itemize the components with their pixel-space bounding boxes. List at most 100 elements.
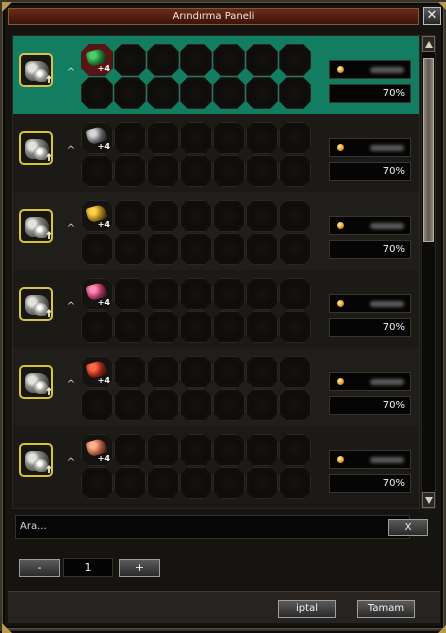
material-slot[interactable] [81, 233, 113, 265]
refine-stone-icon[interactable] [19, 131, 53, 165]
refine-row[interactable]: ^ +4 70% [13, 36, 419, 115]
material-slot[interactable] [180, 44, 212, 76]
material-slot[interactable]: +4 [81, 278, 113, 310]
material-slot[interactable] [279, 356, 311, 388]
material-slot[interactable]: +4 [81, 44, 113, 76]
material-slot[interactable] [279, 200, 311, 232]
refine-row[interactable]: ^ +4 70% [13, 192, 419, 271]
material-slot[interactable] [147, 389, 179, 421]
refine-stone-icon[interactable] [19, 365, 53, 399]
material-slot[interactable] [279, 77, 311, 109]
material-slot[interactable] [114, 77, 146, 109]
material-slot[interactable] [180, 77, 212, 109]
material-slot[interactable] [279, 122, 311, 154]
refine-stone-icon[interactable] [19, 209, 53, 243]
material-slot[interactable] [246, 389, 278, 421]
material-slot[interactable]: +4 [81, 122, 113, 154]
refine-stone-icon[interactable] [19, 443, 53, 477]
material-slot[interactable] [147, 356, 179, 388]
material-slot[interactable] [213, 233, 245, 265]
quantity-minus-button[interactable]: - [19, 559, 60, 577]
quantity-plus-button[interactable]: + [119, 559, 160, 577]
material-slot[interactable] [213, 356, 245, 388]
material-slot[interactable] [114, 122, 146, 154]
material-slot[interactable] [180, 122, 212, 154]
material-slot[interactable] [213, 44, 245, 76]
material-slot[interactable]: +4 [81, 356, 113, 388]
refine-row[interactable]: ^ +4 70% [13, 114, 419, 193]
material-slot[interactable] [81, 155, 113, 187]
scroll-up-button[interactable] [422, 36, 435, 52]
close-button[interactable]: ✕ [423, 7, 441, 25]
material-slot[interactable] [81, 311, 113, 343]
material-slot[interactable] [213, 77, 245, 109]
material-slot[interactable] [147, 278, 179, 310]
material-slot[interactable] [180, 467, 212, 499]
material-slot[interactable] [279, 155, 311, 187]
material-slot[interactable] [180, 356, 212, 388]
refine-row[interactable]: ^ +4 70% [13, 270, 419, 349]
material-slot[interactable] [279, 467, 311, 499]
refine-stone-icon[interactable] [19, 53, 53, 87]
material-slot[interactable] [114, 311, 146, 343]
material-slot[interactable] [81, 77, 113, 109]
material-slot[interactable] [246, 200, 278, 232]
material-slot[interactable] [180, 200, 212, 232]
scrollbar[interactable] [421, 35, 436, 509]
material-slot[interactable] [114, 44, 146, 76]
material-slot[interactable] [279, 434, 311, 466]
quantity-field[interactable]: 1 [63, 558, 113, 577]
material-slot[interactable] [246, 311, 278, 343]
material-slot[interactable] [147, 44, 179, 76]
material-slot[interactable] [213, 155, 245, 187]
cancel-button[interactable]: iptal [278, 600, 336, 618]
material-slot[interactable] [246, 467, 278, 499]
material-slot[interactable] [213, 434, 245, 466]
refine-row[interactable]: ^ +4 70% [13, 426, 419, 505]
material-slot[interactable] [279, 311, 311, 343]
scroll-down-button[interactable] [422, 492, 435, 508]
material-slot[interactable] [114, 467, 146, 499]
material-slot[interactable] [81, 467, 113, 499]
material-slot[interactable] [147, 200, 179, 232]
material-slot[interactable] [180, 233, 212, 265]
material-slot[interactable] [213, 200, 245, 232]
material-slot[interactable] [114, 155, 146, 187]
material-slot[interactable] [246, 44, 278, 76]
search-input[interactable]: Ara... [15, 515, 410, 539]
material-slot[interactable] [147, 467, 179, 499]
scroll-thumb[interactable] [423, 58, 434, 242]
material-slot[interactable] [147, 77, 179, 109]
material-slot[interactable] [279, 278, 311, 310]
material-slot[interactable] [279, 44, 311, 76]
material-slot[interactable] [213, 278, 245, 310]
material-slot[interactable] [114, 278, 146, 310]
search-clear-button[interactable]: X [388, 519, 428, 536]
material-slot[interactable] [246, 122, 278, 154]
material-slot[interactable]: +4 [81, 200, 113, 232]
material-slot[interactable] [114, 233, 146, 265]
material-slot[interactable] [114, 200, 146, 232]
material-slot[interactable] [81, 389, 113, 421]
material-slot[interactable] [147, 311, 179, 343]
material-slot[interactable] [147, 155, 179, 187]
ok-button[interactable]: Tamam [357, 600, 415, 618]
material-slot[interactable] [246, 278, 278, 310]
material-slot[interactable] [147, 434, 179, 466]
material-slot[interactable] [180, 434, 212, 466]
material-slot[interactable] [213, 467, 245, 499]
refine-stone-icon[interactable] [19, 287, 53, 321]
material-slot[interactable] [246, 233, 278, 265]
material-slot[interactable]: +4 [81, 434, 113, 466]
material-slot[interactable] [114, 434, 146, 466]
material-slot[interactable] [213, 311, 245, 343]
material-slot[interactable] [246, 155, 278, 187]
material-slot[interactable] [213, 389, 245, 421]
material-slot[interactable] [279, 233, 311, 265]
material-slot[interactable] [147, 122, 179, 154]
material-slot[interactable] [180, 389, 212, 421]
material-slot[interactable] [147, 233, 179, 265]
material-slot[interactable] [246, 356, 278, 388]
material-slot[interactable] [114, 356, 146, 388]
material-slot[interactable] [246, 77, 278, 109]
